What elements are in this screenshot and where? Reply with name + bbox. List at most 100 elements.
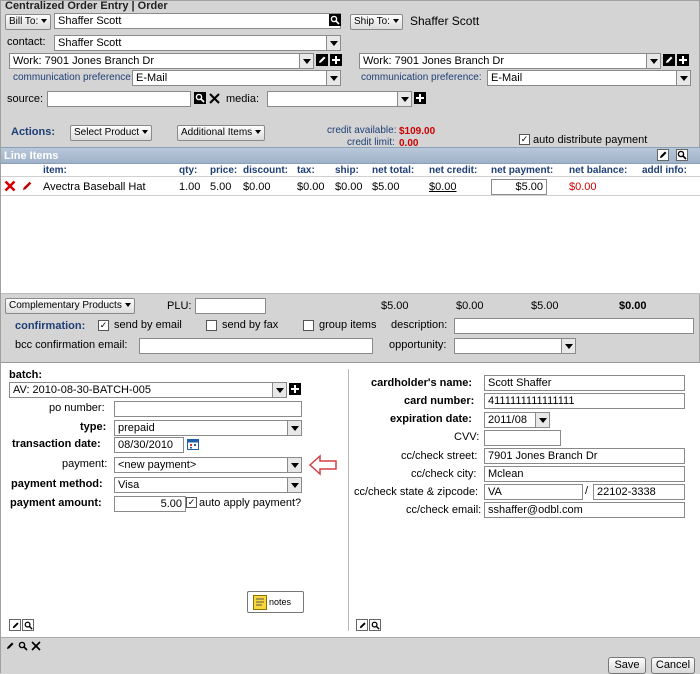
plu-input[interactable] bbox=[195, 298, 266, 314]
cancel-button[interactable]: Cancel bbox=[651, 657, 695, 674]
cc-street-input[interactable]: 7901 Jones Branch Dr bbox=[484, 448, 685, 464]
calendar-icon[interactable] bbox=[187, 438, 199, 450]
row-tax: $0.00 bbox=[297, 181, 325, 193]
column-header-qty: qty: bbox=[179, 165, 198, 176]
row-net-payment-input[interactable]: $5.00 bbox=[491, 179, 547, 195]
send-by-fax-checkbox[interactable] bbox=[206, 320, 217, 331]
edit-pencil-icon[interactable] bbox=[663, 54, 675, 66]
ship-to-comm-pref-value: E-Mail bbox=[491, 72, 523, 84]
contact-select[interactable]: Shaffer Scott bbox=[54, 35, 341, 51]
auto-apply-checkbox[interactable]: ✓ bbox=[186, 497, 197, 508]
complementary-products-button[interactable]: Complementary Products bbox=[5, 298, 135, 314]
chevron-down-icon bbox=[272, 383, 286, 397]
auto-apply-label: auto apply payment? bbox=[199, 497, 302, 509]
row-price: 5.00 bbox=[210, 181, 232, 193]
additional-items-button[interactable]: Additional Items bbox=[177, 125, 266, 141]
row-item: Avectra Baseball Hat bbox=[43, 181, 146, 193]
chevron-down-icon bbox=[392, 19, 399, 24]
line-items-title: Line Items bbox=[4, 150, 59, 162]
opportunity-select[interactable] bbox=[454, 338, 576, 354]
payment-select[interactable]: <new payment> bbox=[114, 457, 302, 473]
payment-method-select[interactable]: Visa bbox=[114, 477, 302, 493]
cardholder-name-input[interactable]: Scott Shaffer bbox=[484, 375, 685, 391]
notes-button[interactable]: notes bbox=[247, 591, 304, 613]
chevron-down-icon bbox=[561, 339, 575, 353]
edit-pencil-icon[interactable] bbox=[657, 149, 669, 161]
search-icon[interactable] bbox=[17, 640, 29, 652]
add-plus-icon[interactable] bbox=[677, 54, 689, 66]
add-plus-icon[interactable] bbox=[289, 383, 301, 395]
bcc-email-input[interactable] bbox=[139, 338, 373, 354]
ship-to-address-select[interactable]: Work: 7901 Jones Branch Dr bbox=[359, 53, 661, 69]
column-header-discount: discount: bbox=[243, 165, 288, 176]
row-net-credit-link[interactable]: $0.00 bbox=[429, 181, 457, 194]
edit-pencil-icon[interactable] bbox=[316, 54, 328, 66]
expiration-date-label: expiration date: bbox=[390, 413, 472, 425]
edit-pencil-icon[interactable] bbox=[9, 619, 21, 631]
line-items-header: Line Items bbox=[1, 147, 700, 164]
chevron-down-icon bbox=[41, 19, 48, 24]
delete-x-icon[interactable] bbox=[4, 180, 16, 192]
po-number-input[interactable] bbox=[114, 401, 302, 417]
column-header-addl-info: addl info: bbox=[642, 165, 687, 176]
chevron-down-icon bbox=[397, 92, 411, 106]
cc-state-input[interactable]: VA bbox=[484, 484, 583, 500]
search-icon[interactable] bbox=[676, 149, 688, 161]
send-by-fax-label: send by fax bbox=[222, 319, 279, 331]
select-product-button[interactable]: Select Product bbox=[70, 125, 153, 141]
cvv-label: CVV: bbox=[454, 431, 480, 443]
tools-icon[interactable] bbox=[30, 640, 42, 652]
bill-to-name-field[interactable]: Shaffer Scott bbox=[54, 13, 341, 29]
expiration-date-value: 2011/08 bbox=[488, 414, 527, 426]
search-icon[interactable] bbox=[329, 14, 341, 26]
group-items-checkbox[interactable] bbox=[303, 320, 314, 331]
clear-x-icon[interactable] bbox=[208, 92, 220, 104]
po-number-label: po number: bbox=[49, 402, 105, 414]
cvv-input[interactable] bbox=[484, 430, 561, 446]
bill-to-button[interactable]: Bill To: bbox=[5, 14, 52, 30]
cc-zip-input[interactable]: 22102-3338 bbox=[593, 484, 685, 500]
cc-street-label: cc/check street: bbox=[401, 450, 478, 462]
edit-pencil-icon[interactable] bbox=[4, 640, 16, 652]
total-net-total: $5.00 bbox=[381, 300, 409, 312]
bill-to-comm-pref-label: communication preference: bbox=[13, 72, 134, 83]
ship-to-button[interactable]: Ship To: bbox=[350, 14, 403, 30]
description-input[interactable] bbox=[454, 318, 694, 334]
expiration-date-select[interactable]: 2011/08 bbox=[484, 412, 550, 428]
cc-city-input[interactable]: Mclean bbox=[484, 466, 685, 482]
type-select[interactable]: prepaid bbox=[114, 420, 302, 436]
edit-pencil-icon[interactable] bbox=[356, 619, 368, 631]
type-label: type: bbox=[80, 421, 107, 433]
cc-email-input[interactable]: sshaffer@odbl.com bbox=[484, 502, 685, 518]
payment-amount-input[interactable]: 5.00 bbox=[114, 496, 186, 512]
chevron-down-icon bbox=[299, 54, 313, 68]
notes-icon bbox=[253, 595, 267, 615]
add-plus-icon[interactable] bbox=[414, 92, 426, 104]
search-icon[interactable] bbox=[194, 92, 206, 104]
chevron-down-icon bbox=[255, 130, 262, 135]
transaction-date-input[interactable]: 08/30/2010 bbox=[114, 437, 184, 453]
media-label: media: bbox=[226, 93, 260, 105]
column-header-net-payment: net payment: bbox=[491, 165, 554, 176]
source-input[interactable] bbox=[47, 91, 191, 107]
column-header-tax: tax: bbox=[297, 165, 315, 176]
edit-pencil-icon[interactable] bbox=[21, 180, 33, 192]
chevron-down-icon bbox=[326, 71, 340, 85]
media-select[interactable] bbox=[267, 91, 412, 107]
bill-to-comm-pref-select[interactable]: E-Mail bbox=[132, 70, 341, 86]
batch-select[interactable]: AV: 2010-08-30-BATCH-005 bbox=[9, 382, 287, 398]
auto-distribute-checkbox[interactable]: ✓ bbox=[519, 134, 530, 145]
card-number-input[interactable]: 4111111111111111 bbox=[484, 393, 685, 409]
chevron-down-icon bbox=[326, 36, 340, 50]
additional-items-label: Additional Items bbox=[181, 127, 253, 138]
search-icon[interactable] bbox=[22, 619, 34, 631]
chevron-down-icon bbox=[142, 130, 149, 135]
search-icon[interactable] bbox=[369, 619, 381, 631]
total-net-payment: $5.00 bbox=[531, 300, 559, 312]
row-discount: $0.00 bbox=[243, 181, 271, 193]
bill-to-address-select[interactable]: Work: 7901 Jones Branch Dr bbox=[9, 53, 314, 69]
send-by-email-checkbox[interactable]: ✓ bbox=[98, 320, 109, 331]
save-button[interactable]: Save bbox=[608, 657, 646, 674]
ship-to-comm-pref-select[interactable]: E-Mail bbox=[487, 70, 691, 86]
add-plus-icon[interactable] bbox=[330, 54, 342, 66]
